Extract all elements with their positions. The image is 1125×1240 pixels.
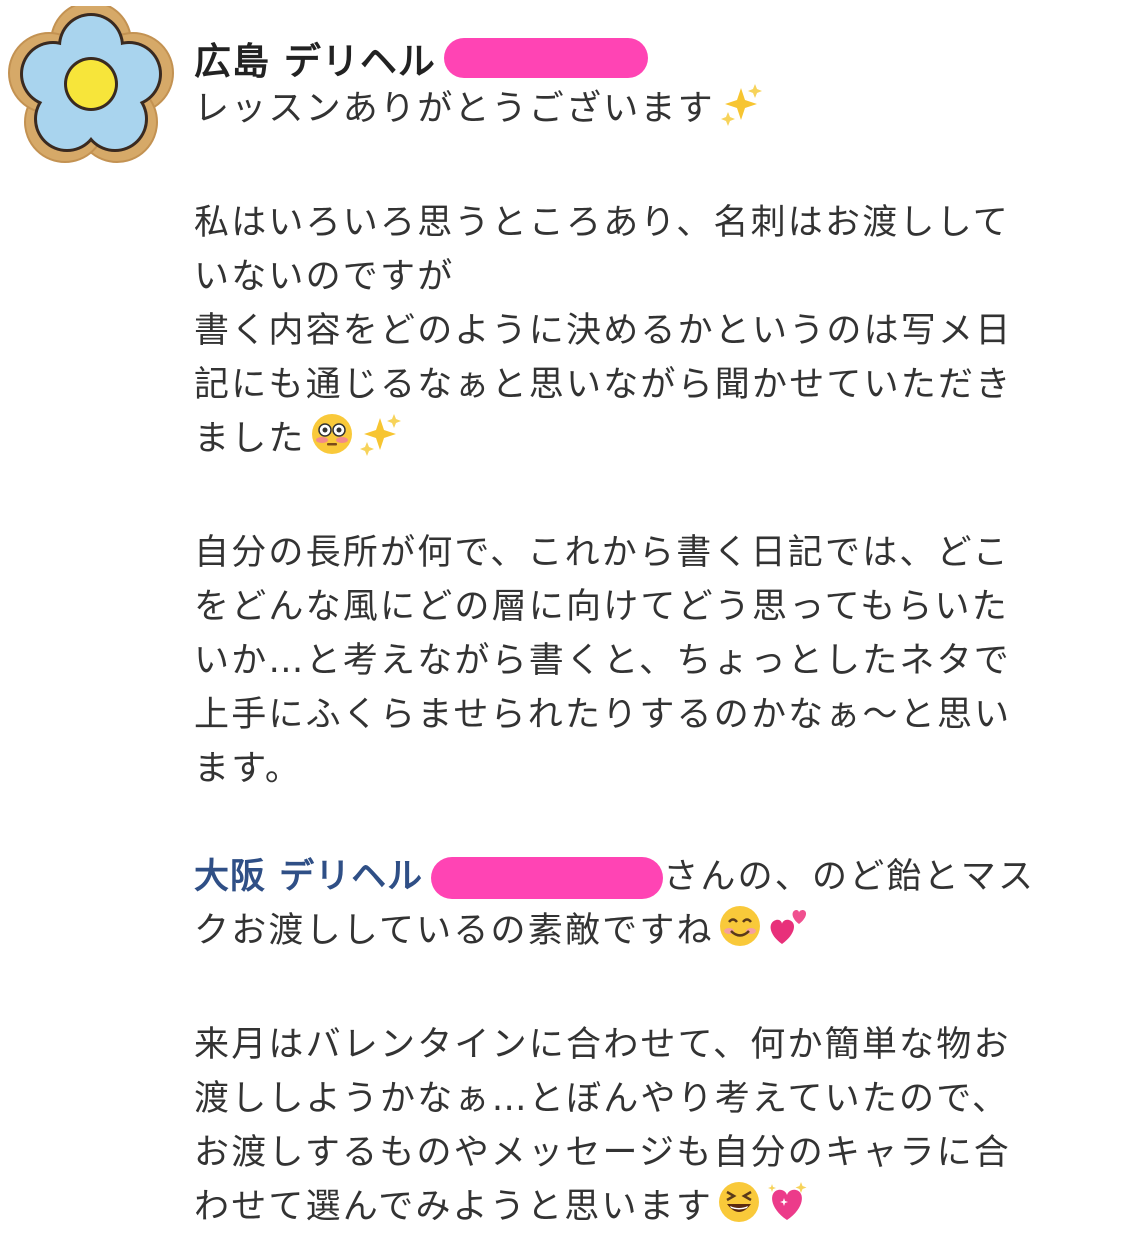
message-line: クお渡ししているの素敵ですね	[194, 904, 1094, 964]
avatar[interactable]	[6, 1, 176, 166]
two-hearts-icon	[766, 904, 810, 964]
message-line: 書く内容をどのように決めるかというのは写メ日	[194, 311, 1013, 351]
message-line: いないのですが	[194, 257, 455, 297]
message-line: レッスンありがとうございます	[194, 82, 1094, 142]
author-row: 広島 デリヘル	[194, 30, 1094, 86]
sparkles-icon	[358, 412, 402, 472]
message-line: ます。	[194, 749, 303, 789]
grinning-squinting-face-icon	[717, 1180, 761, 1240]
message-line: わせて選んでみようと思います	[194, 1180, 1094, 1240]
redaction-mark	[431, 857, 664, 899]
sparkles-icon	[719, 82, 763, 142]
message-body: 広島 デリヘル レッスンありがとうございます 私はいろいろ思うところあり、名刺は…	[194, 30, 1094, 1240]
message-line: いか…と考えながら書くと、ちょっとしたネタで	[194, 641, 1012, 681]
author-name[interactable]: 広島 デリヘル	[194, 31, 436, 85]
message-line: 自分の長所が何で、これから書く日記では、どこ	[194, 533, 1010, 573]
flower-avatar-icon	[8, 1, 174, 163]
message-line: お渡しするものやメッセージも自分のキャラに合	[194, 1133, 1012, 1173]
flushed-face-icon	[310, 412, 354, 472]
message-line: ました	[194, 412, 1094, 472]
mention-link[interactable]: 大阪 デリヘル	[194, 857, 423, 897]
smiling-face-icon	[718, 904, 762, 964]
message-line: をどんな風にどの層に向けてどう思ってもらいた	[194, 587, 1009, 627]
message-line: 記にも通じるなぁと思いながら聞かせていただき	[194, 365, 1013, 405]
message-line: 私はいろいろ思うところあり、名刺はお渡しして	[194, 203, 1010, 243]
message-line: 大阪 デリヘル さんの、のど飴とマス	[194, 857, 1036, 899]
message-line: 上手にふくらませられたりするのかなぁ〜と思い	[194, 695, 1012, 735]
redaction-mark	[443, 38, 648, 78]
sparkling-heart-icon	[765, 1180, 809, 1240]
message-line: 渡ししようかなぁ…とぼんやり考えていたので、	[194, 1079, 1010, 1119]
message-line: 来月はバレンタインに合わせて、何か簡単な物お	[194, 1025, 1011, 1065]
